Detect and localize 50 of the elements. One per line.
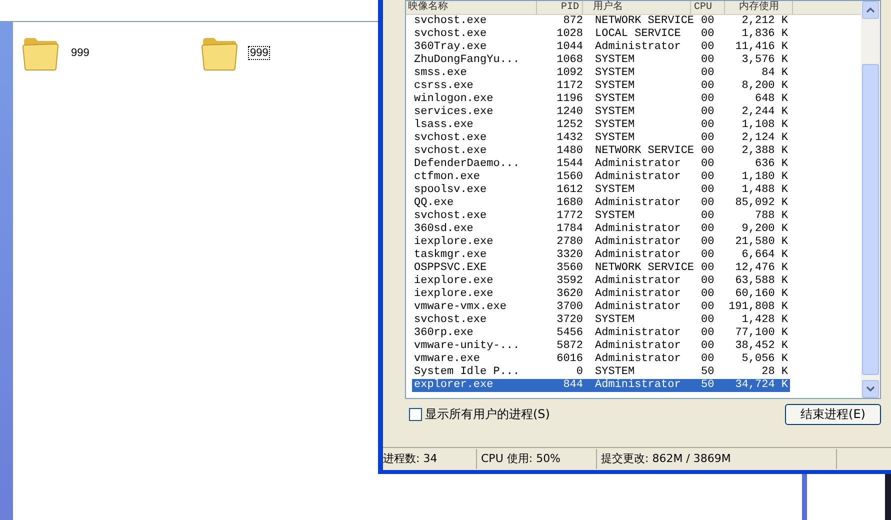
process-row[interactable]: svchost.exe 1432 SYSTEM 00 2,124 K	[412, 132, 790, 145]
process-row[interactable]: explorer.exe 844 Administrator 50 34,724 K	[412, 379, 790, 392]
process-row[interactable]: 360rp.exe 5456 Administrator 00 77,100 K	[412, 327, 790, 340]
column-header[interactable]: PID	[537, 1, 583, 14]
folder-icon[interactable]	[22, 35, 59, 71]
status-text: 提交更改: 862M / 3869M	[597, 449, 837, 469]
process-row[interactable]: lsass.exe 1252 SYSTEM 00 1,108 K	[412, 119, 790, 132]
process-row[interactable]: vmware-unity-... 5872 Administrator 00 38,452 K	[412, 340, 790, 353]
process-row[interactable]: ZhuDongFangYu... 1068 SYSTEM 00 3,576 K	[412, 54, 790, 67]
process-row[interactable]: svchost.exe 1480 NETWORK SERVICE 00 2,388 K	[412, 145, 790, 158]
scroll-thumb[interactable]	[862, 64, 879, 375]
column-header[interactable]: CPU	[691, 1, 725, 14]
process-row[interactable]: iexplore.exe 3620 Administrator 00 60,160 K	[412, 288, 790, 301]
process-row[interactable]: spoolsv.exe 1612 SYSTEM 00 1,488 K	[412, 184, 790, 197]
process-row[interactable]: csrss.exe 1172 SYSTEM 00 8,200 K	[412, 80, 790, 93]
process-row[interactable]: System Idle P... 0 SYSTEM 50 28 K	[412, 366, 790, 379]
process-row[interactable]: OSPPSVC.EXE 3560 NETWORK SERVICE 00 12,476 K	[412, 262, 790, 275]
folder-icon[interactable]	[201, 35, 238, 71]
process-row[interactable]: vmware-vmx.exe 3700 Administrator 00 191,808 K	[412, 301, 790, 314]
scroll-up-button[interactable]	[862, 1, 879, 19]
process-row[interactable]: smss.exe 1092 SYSTEM 00 84 K	[412, 67, 790, 80]
process-row[interactable]: vmware.exe 6016 Administrator 00 5,056 K	[412, 353, 790, 366]
scroll-down-button[interactable]	[862, 380, 879, 398]
checkbox-label[interactable]: 显示所有用户的进程(S)	[425, 406, 550, 422]
process-row[interactable]: 360sd.exe 1784 Administrator 00 9,200 K	[412, 223, 790, 236]
process-row[interactable]: taskmgr.exe 3320 Administrator 00 6,664 K	[412, 249, 790, 262]
process-row[interactable]: services.exe 1240 SYSTEM 00 2,244 K	[412, 106, 790, 119]
scrollbar[interactable]	[861, 1, 880, 398]
status-text: 进程数: 34	[383, 449, 477, 469]
status-text: CPU 使用: 50%	[477, 449, 597, 469]
process-row[interactable]: svchost.exe 1772 SYSTEM 00 788 K	[412, 210, 790, 223]
folder-name[interactable]: 999	[69, 46, 92, 60]
column-header[interactable]: 用户名	[583, 1, 691, 14]
process-row[interactable]: 360Tray.exe 1044 Administrator 00 11,416 K	[412, 41, 790, 54]
process-row[interactable]: winlogon.exe 1196 SYSTEM 00 648 K	[412, 93, 790, 106]
chevron-up-icon[interactable]	[866, 7, 875, 13]
column-header[interactable]: 内存使用	[725, 1, 793, 14]
process-row[interactable]: iexplore.exe 2780 Administrator 00 21,580 K	[412, 236, 790, 249]
process-row[interactable]: QQ.exe 1680 Administrator 00 85,092 K	[412, 197, 790, 210]
process-row[interactable]: ctfmon.exe 1560 Administrator 00 1,180 K	[412, 171, 790, 184]
process-row[interactable]: DefenderDaemo... 1544 Administrator 00 636 K	[412, 158, 790, 171]
end-process-button[interactable]: 结束进程(E)	[785, 404, 881, 424]
process-row[interactable]: iexplore.exe 3592 Administrator 00 63,588 K	[412, 275, 790, 288]
process-row[interactable]: svchost.exe 3720 SYSTEM 00 1,428 K	[412, 314, 790, 327]
chevron-down-icon[interactable]	[866, 386, 875, 392]
folder-name[interactable]: 999	[248, 46, 270, 60]
process-row[interactable]: svchost.exe 1028 LOCAL SERVICE 00 1,836 K	[412, 28, 790, 41]
process-row[interactable]: svchost.exe 872 NETWORK SERVICE 00 2,212 K	[412, 15, 790, 28]
column-header[interactable]: 映像名称	[406, 1, 537, 14]
checkbox[interactable]	[409, 408, 422, 420]
